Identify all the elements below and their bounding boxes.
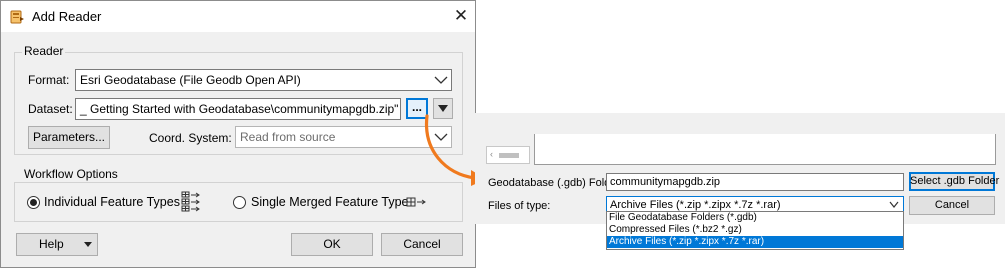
dialog-title: Add Reader bbox=[32, 9, 102, 24]
ok-button[interactable]: OK bbox=[291, 233, 373, 256]
coord-system-label: Coord. System: bbox=[149, 131, 232, 145]
select-gdb-folder-button[interactable]: Select .gdb Folder bbox=[909, 172, 999, 191]
dataset-input[interactable]: _ Getting Started with Geodatabase\commu… bbox=[75, 98, 401, 120]
reader-group-label: Reader bbox=[22, 44, 66, 58]
title-bar: Add Reader ✕ bbox=[1, 1, 475, 32]
files-of-type-value: Archive Files (*.zip *.zipx *.7z *.rar) bbox=[610, 199, 781, 211]
close-icon[interactable]: ✕ bbox=[449, 5, 473, 27]
cancel-button[interactable]: Cancel bbox=[381, 233, 463, 256]
scroll-thumb[interactable] bbox=[499, 153, 519, 158]
format-label: Format: bbox=[28, 73, 70, 87]
scroll-left-icon[interactable]: ‹ bbox=[490, 149, 493, 159]
individual-feature-types-radio[interactable] bbox=[27, 196, 40, 209]
coord-system-placeholder: Read from source bbox=[240, 130, 336, 144]
file-list-area bbox=[534, 134, 996, 165]
help-label: Help bbox=[39, 237, 64, 251]
feature-types-icon bbox=[181, 191, 200, 212]
file-dialog-cancel-label: Cancel bbox=[934, 199, 970, 211]
merged-feature-type-icon bbox=[406, 197, 426, 207]
dataset-value: _ Getting Started with Geodatabase\commu… bbox=[80, 102, 399, 116]
file-dialog: ‹ Geodatabase (.gdb) Folder: communityma… bbox=[475, 113, 1005, 224]
workflow-group-label: Workflow Options bbox=[22, 167, 120, 181]
dataset-label: Dataset: bbox=[28, 102, 73, 116]
parameters-button[interactable]: Parameters... bbox=[28, 126, 110, 149]
select-gdb-folder-label: Select .gdb Folder bbox=[910, 175, 1000, 187]
file-dialog-cancel-button[interactable]: Cancel bbox=[909, 196, 995, 215]
reader-app-icon bbox=[10, 10, 24, 24]
gdb-folder-value: communitymapgdb.zip bbox=[610, 176, 721, 188]
gdb-folder-label: Geodatabase (.gdb) Folder: bbox=[488, 177, 624, 189]
dropdown-option-gdb-folders[interactable]: File Geodatabase Folders (*.gdb) bbox=[607, 212, 903, 224]
add-reader-dialog: Add Reader ✕ Reader Format: Esri Geodata… bbox=[0, 0, 476, 268]
triangle-down-icon bbox=[84, 242, 92, 247]
individual-feature-types-label[interactable]: Individual Feature Types bbox=[44, 195, 180, 209]
single-merged-feature-type-label[interactable]: Single Merged Feature Type bbox=[251, 195, 409, 209]
files-of-type-label: Files of type: bbox=[488, 200, 551, 212]
chevron-down-icon bbox=[889, 201, 899, 208]
parameters-label: Parameters... bbox=[32, 130, 106, 144]
cancel-label: Cancel bbox=[403, 237, 441, 251]
files-of-type-dropdown-list: File Geodatabase Folders (*.gdb) Compres… bbox=[606, 211, 904, 250]
horizontal-scrollbar[interactable]: ‹ bbox=[486, 146, 530, 164]
chevron-down-icon bbox=[434, 76, 448, 84]
format-value: Esri Geodatabase (File Geodb Open API) bbox=[80, 73, 301, 87]
dropdown-option-compressed-files[interactable]: Compressed Files (*.bz2 *.gz) bbox=[607, 224, 903, 236]
single-merged-feature-type-radio[interactable] bbox=[233, 196, 246, 209]
ok-label: OK bbox=[323, 237, 341, 251]
help-button[interactable]: Help bbox=[16, 233, 98, 256]
dropdown-option-archive-files[interactable]: Archive Files (*.zip *.zipx *.7z *.rar) bbox=[607, 236, 903, 248]
format-select[interactable]: Esri Geodatabase (File Geodb Open API) bbox=[75, 69, 452, 91]
gdb-folder-input[interactable]: communitymapgdb.zip bbox=[606, 173, 904, 191]
